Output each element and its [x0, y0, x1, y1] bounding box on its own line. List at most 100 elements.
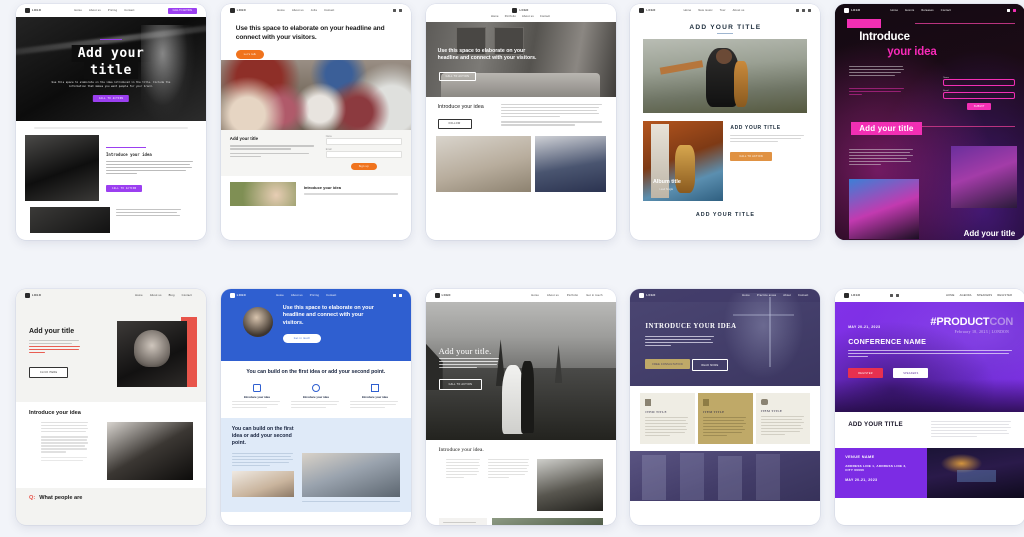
- nav-link[interactable]: Home: [890, 9, 898, 12]
- item-body: [760, 416, 806, 436]
- nav-links[interactable]: Home About us Jobs Contact: [277, 9, 334, 12]
- nav-link[interactable]: Home: [277, 9, 285, 12]
- facebook-icon[interactable]: [1007, 9, 1011, 12]
- nav-link[interactable]: About us: [89, 9, 101, 12]
- nav-link[interactable]: Contact: [182, 294, 192, 297]
- register-button[interactable]: REGISTER: [848, 368, 883, 378]
- template-card-law-navy[interactable]: LOGO Home Practice areas About Contact I…: [630, 289, 821, 525]
- section-cta-button[interactable]: CALL TO ACTION: [730, 151, 772, 161]
- hero-cta-button[interactable]: CLICK HERE: [29, 367, 69, 378]
- nav-link[interactable]: About us: [733, 9, 745, 12]
- template-card-wedding-bw[interactable]: LOGO Home About us Portfolio Get in touc…: [425, 289, 616, 525]
- instagram-icon[interactable]: [896, 294, 900, 297]
- linkedin-icon[interactable]: [398, 294, 402, 297]
- hero-cta-button[interactable]: Let's talk: [235, 50, 265, 60]
- hero-cta-button[interactable]: CALL TO ACTION: [92, 95, 130, 102]
- nav-link[interactable]: REGISTER: [997, 294, 1012, 297]
- nav-link[interactable]: Contact: [540, 15, 550, 18]
- hero-cta-button[interactable]: Get in touch: [282, 334, 322, 343]
- template-card-portfolio-red[interactable]: LOGO Home About us Blog Contact Add your…: [16, 289, 206, 525]
- item-card[interactable]: ITEM TITLE: [698, 393, 753, 444]
- hero-headline: Use this space to elaborate on your head…: [437, 48, 537, 62]
- signup-button[interactable]: Sign up: [350, 163, 377, 171]
- nav-links[interactable]: Home About us Pricing Contact: [276, 294, 336, 297]
- template-card-neon-pink[interactable]: LOGO Home Events Releases Contact Introd…: [835, 4, 1024, 240]
- nav-links[interactable]: Home Portfolio About us Contact: [491, 15, 550, 18]
- youtube-icon[interactable]: [808, 9, 812, 12]
- twitter-icon[interactable]: [890, 294, 894, 297]
- nav-link[interactable]: About us: [292, 9, 304, 12]
- instagram-icon[interactable]: [398, 9, 402, 12]
- nav-link[interactable]: About us: [547, 294, 559, 297]
- item-card[interactable]: ITEM TITLE: [640, 393, 696, 444]
- nav-link[interactable]: Portfolio: [505, 15, 516, 18]
- nav-link[interactable]: About us: [522, 15, 534, 18]
- nav-link[interactable]: Pricing: [310, 294, 319, 297]
- hero-cta-button[interactable]: CALL TO ACTION: [438, 72, 477, 81]
- hero-link[interactable]: [849, 88, 905, 97]
- template-card-business-blue[interactable]: LOGO Home About us Pricing Contact Use t…: [220, 289, 411, 525]
- nav-link[interactable]: SPEAKERS: [977, 294, 993, 297]
- logo-mark-icon: [512, 8, 518, 13]
- nav-link[interactable]: Portfolio: [567, 294, 578, 297]
- nav-link[interactable]: HOME: [946, 294, 955, 297]
- nav-link[interactable]: Pricing: [108, 9, 117, 12]
- nav-links[interactable]: Home Events Releases Contact: [890, 9, 951, 12]
- instagram-icon[interactable]: [1013, 9, 1017, 12]
- template-card-music-orange[interactable]: LOGO Home New music Tour About us ADD YO…: [630, 4, 821, 240]
- section-cta-button[interactable]: CALL TO ACTION: [106, 184, 143, 192]
- template-cell: LOGO Home New music Tour About us ADD YO…: [614, 4, 821, 252]
- intro-section: ADD YOUR TITLE: [835, 412, 1024, 448]
- nav-link[interactable]: New music: [698, 9, 712, 12]
- submit-button[interactable]: SUBMIT: [967, 103, 992, 110]
- nav-links[interactable]: HOME AGENDA SPEAKERS REGISTER: [946, 294, 1012, 297]
- name-input[interactable]: [325, 138, 402, 146]
- nav-link[interactable]: Jobs: [311, 9, 317, 12]
- template-card-conference-purple[interactable]: LOGO HOME AGENDA SPEAKERS REGISTER #PROD…: [835, 289, 1024, 525]
- nav-link[interactable]: Releases: [921, 9, 933, 12]
- secondary-body: [116, 207, 192, 233]
- nav-links[interactable]: Home About us Blog Contact: [135, 294, 192, 297]
- facebook-icon[interactable]: [392, 294, 396, 297]
- nav-link[interactable]: About us: [150, 294, 162, 297]
- nav-link[interactable]: Blog: [169, 294, 175, 297]
- facebook-icon[interactable]: [392, 9, 396, 12]
- nav-link[interactable]: Home: [135, 294, 143, 297]
- nav-link[interactable]: Home: [491, 15, 499, 18]
- email-input[interactable]: [943, 92, 1016, 99]
- hero-cta-button[interactable]: CALL TO ACTION: [438, 379, 483, 390]
- name-input[interactable]: [943, 79, 1016, 86]
- nav-link[interactable]: About us: [291, 294, 303, 297]
- hero-primary-button[interactable]: FREE CONSULTATION: [645, 359, 690, 369]
- template-card-interior-neutral[interactable]: LOGO Home Portfolio About us Contact Use…: [425, 4, 616, 240]
- nav-link[interactable]: Home: [74, 9, 82, 12]
- nav-links[interactable]: Home New music Tour About us: [684, 9, 745, 12]
- nav-cta-button[interactable]: CALL TO ACTION: [167, 7, 197, 14]
- instagram-icon[interactable]: [802, 9, 806, 12]
- nav-link[interactable]: Home: [684, 9, 692, 12]
- section-follow-button[interactable]: FOLLOW: [437, 118, 472, 129]
- nav-link[interactable]: Contact: [124, 9, 134, 12]
- speakers-button[interactable]: SPEAKERS: [893, 368, 929, 378]
- item-card[interactable]: ITEM TITLE: [755, 393, 811, 444]
- section-heading: You can build on the first idea or add y…: [231, 425, 294, 446]
- email-input[interactable]: [325, 151, 402, 159]
- nav-links[interactable]: Home About us Portfolio Get in touch: [531, 294, 602, 297]
- nav-link[interactable]: Home: [531, 294, 539, 297]
- nav-link[interactable]: Tour: [720, 9, 726, 12]
- section-heading: Introduce your idea: [29, 410, 81, 416]
- nav-link[interactable]: Home: [276, 294, 284, 297]
- template-card-gym-dark[interactable]: LOGO Home About us Pricing Contact CALL …: [16, 4, 206, 240]
- template-card-education-orange[interactable]: LOGO Home About us Jobs Contact Use this…: [220, 4, 411, 240]
- nav-link[interactable]: Get in touch: [586, 294, 602, 297]
- facebook-icon[interactable]: [796, 9, 800, 12]
- hero-title: CONFERENCE NAME: [848, 337, 927, 346]
- nav-link[interactable]: Contact: [324, 9, 334, 12]
- nav-link[interactable]: Events: [905, 9, 914, 12]
- nav-link[interactable]: AGENDA: [960, 294, 972, 297]
- logo: LOGO: [25, 293, 41, 298]
- hero-secondary-button[interactable]: READ MORE: [692, 359, 728, 371]
- nav-links[interactable]: Home About us Pricing Contact: [74, 9, 134, 12]
- nav-link[interactable]: Contact: [326, 294, 336, 297]
- nav-link[interactable]: Contact: [941, 9, 951, 12]
